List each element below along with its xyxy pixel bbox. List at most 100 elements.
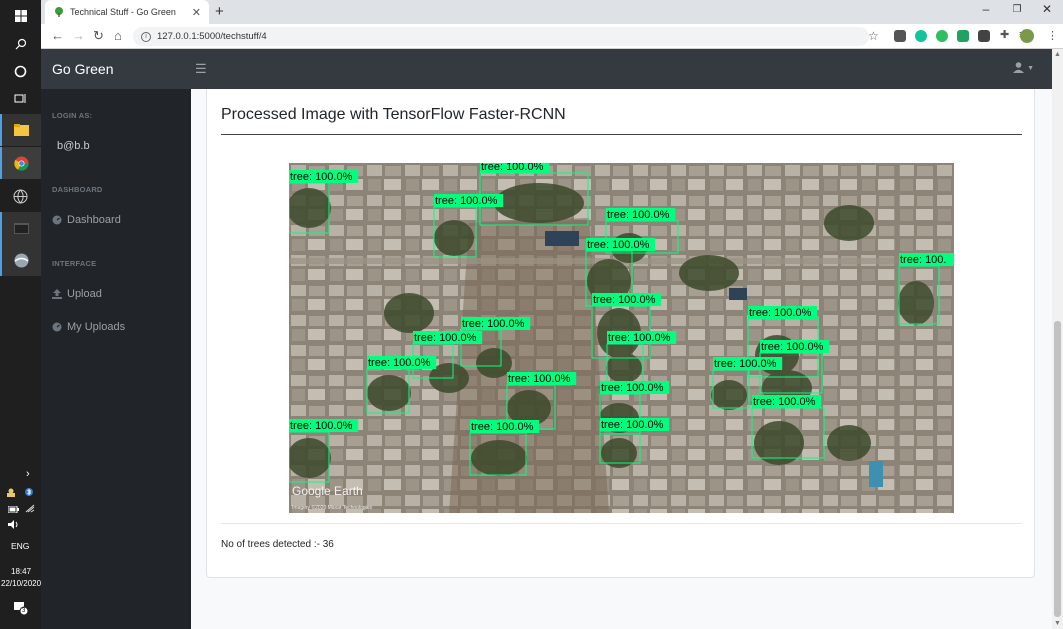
site-info-icon[interactable]: i <box>141 31 151 42</box>
interface-heading: INTERFACE <box>52 259 97 268</box>
notification-count: 3 <box>22 608 26 614</box>
app-sphere-icon[interactable] <box>0 244 41 276</box>
chrome-icon[interactable] <box>0 147 41 179</box>
battery-icon[interactable] <box>7 505 19 516</box>
extension-4-icon[interactable] <box>957 30 969 42</box>
processed-satellite-image: tree: 100.0% tree: 100.0% tree: 100.0% tree… <box>289 163 954 513</box>
extension-1-icon[interactable] <box>894 30 906 42</box>
title-divider <box>221 134 1022 135</box>
bookmark-star-icon[interactable]: ☆ <box>868 29 879 43</box>
user-dropdown[interactable]: ▼ <box>1013 62 1034 76</box>
extension-5-icon[interactable] <box>978 30 990 42</box>
clock-date[interactable]: 22/10/2020 <box>1 579 41 588</box>
tab-title: Technical Stuff - Go Green <box>70 7 176 17</box>
tree-favicon-icon <box>54 7 64 17</box>
result-card: Processed Image with TensorFlow Faster-R… <box>206 89 1035 578</box>
grammarly-extension-icon[interactable] <box>915 30 927 42</box>
detection-label: tree: 100.0% <box>593 294 656 306</box>
detection-label: tree: 100. <box>900 254 946 266</box>
url-text: 127.0.0.1:5000/techstuff/4 <box>157 31 267 42</box>
detection-label: tree: 100.0% <box>753 396 816 408</box>
browser-tab-strip: Technical Stuff - Go Green ✕ + – ❐ ✕ <box>41 0 1063 24</box>
detection-label: tree: 100.0% <box>601 419 664 431</box>
dashboard-gauge-icon <box>52 215 62 225</box>
water-tank <box>869 461 883 487</box>
detection-label: tree: 100.0% <box>435 195 498 207</box>
sidebar-item-my-uploads[interactable]: My Uploads <box>52 321 125 333</box>
new-tab-button[interactable]: + <box>215 3 224 20</box>
profile-avatar[interactable] <box>1020 29 1034 43</box>
scrollbar-thumb[interactable] <box>1054 321 1061 617</box>
language-indicator[interactable]: ENG <box>11 541 29 551</box>
login-heading: LOGIN AS: <box>52 111 93 120</box>
upload-icon <box>52 289 62 299</box>
main-content: Processed Image with TensorFlow Faster-R… <box>191 89 1052 629</box>
detection-label: tree: 100.0% <box>607 209 670 221</box>
tree-count-text: No of trees detected :- 36 <box>221 539 334 550</box>
task-view-icon[interactable] <box>0 82 41 114</box>
detection-label: tree: 100.0% <box>761 341 824 353</box>
restore-button[interactable]: ❐ <box>1002 4 1032 15</box>
my-uploads-gauge-icon <box>52 322 62 332</box>
back-arrow-icon[interactable]: ← <box>51 28 64 43</box>
solar-panel <box>545 231 579 246</box>
detection-label: tree: 100.0% <box>368 357 431 369</box>
volume-icon[interactable] <box>8 520 20 532</box>
logged-in-user: b@b.b <box>57 140 90 152</box>
minimize-button[interactable]: – <box>971 2 1001 16</box>
chevron-up-icon[interactable]: › <box>26 468 30 480</box>
address-bar[interactable]: i 127.0.0.1:5000/techstuff/4 <box>133 27 869 46</box>
detection-label: tree: 100.0% <box>481 163 544 173</box>
road <box>894 163 900 513</box>
sidebar-item-dashboard[interactable]: Dashboard <box>52 214 121 226</box>
detection-label: tree: 100.0% <box>290 171 353 183</box>
scroll-up-arrow-icon[interactable]: ▲ <box>1054 51 1061 58</box>
dashboard-heading: DASHBOARD <box>52 185 103 194</box>
detection-label: tree: 100.0% <box>749 307 812 319</box>
detection-label: tree: 100.0% <box>587 239 650 251</box>
solar-panel <box>729 288 747 300</box>
google-earth-watermark: Google Earth <box>292 484 363 498</box>
sidebar-item-label: Dashboard <box>67 214 121 226</box>
detection-label: tree: 100.0% <box>414 332 477 344</box>
footer-divider <box>221 523 1022 524</box>
user-icon <box>1013 62 1027 76</box>
sidebar-item-label: Upload <box>67 288 102 300</box>
brand-logo[interactable]: Go Green <box>52 61 113 77</box>
browser-tab[interactable]: Technical Stuff - Go Green ✕ <box>45 0 209 24</box>
terminal-app-icon[interactable] <box>0 212 41 244</box>
close-window-button[interactable]: ✕ <box>1032 2 1062 16</box>
detection-label: tree: 100.0% <box>290 420 353 432</box>
sidebar: LOGIN AS: b@b.b DASHBOARD Dashboard INTE… <box>41 89 191 629</box>
detection-label: tree: 100.0% <box>608 332 671 344</box>
evernote-extension-icon[interactable] <box>936 30 948 42</box>
caret-down-icon: ▼ <box>1027 65 1034 72</box>
scroll-down-arrow-icon[interactable]: ▼ <box>1054 620 1061 627</box>
card-title: Processed Image with TensorFlow Faster-R… <box>221 106 566 123</box>
detection-label: tree: 100.0% <box>601 382 664 394</box>
bluetooth-icon[interactable] <box>25 487 33 500</box>
close-tab-icon[interactable]: ✕ <box>192 6 201 19</box>
file-explorer-icon[interactable] <box>0 114 41 146</box>
people-tray-icon[interactable] <box>7 488 18 500</box>
wifi-icon[interactable] <box>25 504 35 516</box>
action-center-icon[interactable]: 3 <box>14 601 29 618</box>
detection-label: tree: 100.0% <box>508 373 571 385</box>
extensions-puzzle-icon[interactable]: ✚ <box>1000 28 1009 41</box>
home-icon[interactable]: ⌂ <box>114 28 122 43</box>
sidebar-item-label: My Uploads <box>67 321 126 333</box>
browser-toolbar: ← → ↻ ⌂ i 127.0.0.1:5000/techstuff/4 ☆ ✚… <box>41 24 1063 49</box>
windows-taskbar: › ENG 18:47 22/10/2020 3 <box>0 0 41 629</box>
detection-label: tree: 100.0% <box>471 421 534 433</box>
detection-label: tree: 100.0% <box>462 318 525 330</box>
sidebar-toggle-icon[interactable]: ☰ <box>195 61 207 77</box>
reload-icon[interactable]: ↻ <box>93 28 104 44</box>
browser-menu-icon[interactable]: ⋮ <box>1047 29 1058 42</box>
clock-time[interactable]: 18:47 <box>11 567 31 576</box>
globe-app-icon[interactable] <box>0 180 41 212</box>
detection-label: tree: 100.0% <box>714 358 777 370</box>
forward-arrow-icon[interactable]: → <box>72 28 85 43</box>
imagery-attribution: Imagery ©2020 Maxar Technologies <box>292 504 373 511</box>
sidebar-item-upload[interactable]: Upload <box>52 288 102 300</box>
page-scrollbar[interactable]: ▲ ▼ <box>1052 49 1063 629</box>
